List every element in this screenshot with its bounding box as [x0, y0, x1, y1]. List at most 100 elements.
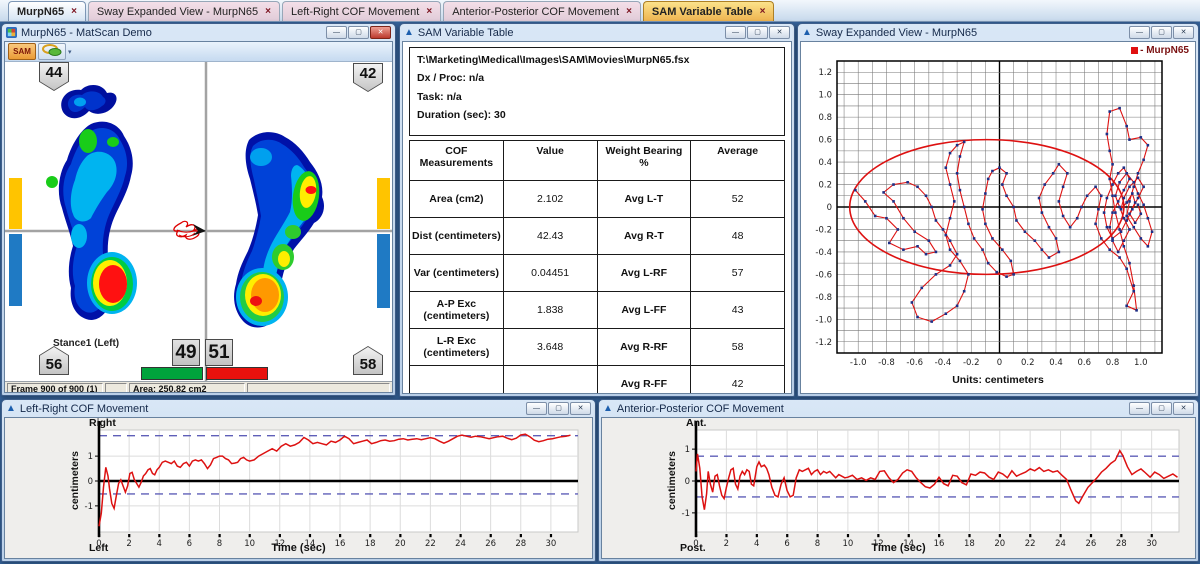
maximize-button[interactable]: ▢	[1151, 26, 1172, 39]
y-axis-label: centimeters	[666, 430, 679, 532]
table-cell: Dist (centimeters)	[410, 217, 504, 254]
table-cell: 42	[691, 365, 785, 394]
ap-chart-area: 10-1024681012141618202224262830 Ant. Pos…	[602, 418, 1195, 558]
close-button[interactable]: ✕	[1173, 26, 1194, 39]
lr-chart-area: 10-1024681012141618202224262830 Right Le…	[5, 418, 592, 558]
sway-legend: - MurpN65	[1131, 45, 1189, 56]
svg-text:1.0: 1.0	[818, 91, 832, 101]
sway-plot: -1.0-0.8-0.6-0.4-0.200.20.40.60.81.0-1.2…	[801, 42, 1196, 372]
svg-text:1: 1	[88, 452, 93, 462]
table-cell: Area (cm2)	[410, 180, 504, 217]
table-cell: Avg L-FF	[597, 291, 691, 328]
sam-logo-icon: ▲	[6, 403, 16, 414]
svg-text:-1.0: -1.0	[815, 315, 832, 325]
task: Task: n/a	[417, 88, 777, 106]
maximize-button[interactable]: ▢	[1151, 402, 1172, 415]
column-header: Value	[503, 140, 597, 180]
variable-table-titlebar[interactable]: ▲ SAM Variable Table — ▢ ✕	[400, 24, 794, 41]
table-cell: 2.102	[503, 180, 597, 217]
svg-text:0.8: 0.8	[818, 113, 832, 123]
tab-anterior-posterior-cof-movement[interactable]: Anterior-Posterior COF Movement×	[443, 1, 641, 21]
close-button[interactable]: ✕	[769, 26, 790, 39]
dx-proc: Dx / Proc: n/a	[417, 69, 777, 87]
svg-text:0.4: 0.4	[1049, 358, 1063, 368]
cof-measurements-table: COF MeasurementsValueWeight Bearing %Ave…	[409, 140, 785, 395]
tab-close-icon[interactable]: ×	[760, 6, 766, 17]
svg-text:0.2: 0.2	[1021, 358, 1035, 368]
svg-text:1.0: 1.0	[1134, 358, 1148, 368]
ap-cof-titlebar[interactable]: ▲ Anterior-Posterior COF Movement — ▢ ✕	[599, 400, 1198, 417]
units-label: Units: centimeters	[801, 374, 1195, 386]
table-row: L-R Exc (centimeters)3.648Avg R-RF58	[410, 328, 785, 365]
minimize-button[interactable]: —	[526, 402, 547, 415]
svg-text:0: 0	[997, 358, 1002, 368]
minimize-button[interactable]: —	[725, 26, 746, 39]
matscan-statusbar: Frame 900 of 900 (1) Area: 250.82 cm2	[5, 381, 392, 393]
sam-button[interactable]: SAM	[8, 43, 36, 60]
table-cell: 57	[691, 254, 785, 291]
svg-text:-0.4: -0.4	[935, 358, 952, 368]
file-path: T:\Marketing\Medical\Images\SAM\Movies\M…	[417, 51, 777, 69]
matscan-titlebar[interactable]: MurpN65 - MatScan Demo — ▢ ✕	[2, 24, 395, 41]
pressure-canvas[interactable]: 44 42 56 58 49 51 Stance1 (Left)	[5, 62, 393, 381]
area-status: Area: 250.82 cm2	[129, 383, 245, 394]
tab-close-icon[interactable]: ×	[626, 6, 632, 17]
svg-text:0.2: 0.2	[818, 181, 832, 191]
tab-sway-expanded-view-murpn65[interactable]: Sway Expanded View - MurpN65 ×	[88, 1, 280, 21]
table-cell: 48	[691, 217, 785, 254]
table-cell: Avg R-FF	[597, 365, 691, 394]
ap-chart: 10-1024681012141618202224262830	[602, 418, 1196, 559]
tab-sam-variable-table[interactable]: SAM Variable Table×	[643, 1, 775, 21]
svg-text:-1: -1	[85, 502, 93, 512]
svg-text:-0.6: -0.6	[815, 270, 832, 280]
movie-tool-button[interactable]	[38, 43, 66, 60]
marker-top-left: 44	[39, 62, 69, 91]
svg-text:-1: -1	[682, 509, 690, 519]
close-button[interactable]: ✕	[1173, 402, 1194, 415]
maximize-button[interactable]: ▢	[548, 402, 569, 415]
matscan-toolbar: SAM ▾	[5, 42, 392, 62]
lr-chart: 10-1024681012141618202224262830	[5, 418, 593, 559]
table-cell: Avg R-RF	[597, 328, 691, 365]
tab-close-icon[interactable]: ×	[71, 6, 77, 17]
tab-close-icon[interactable]: ×	[426, 6, 432, 17]
lr-cof-titlebar[interactable]: ▲ Left-Right COF Movement — ▢ ✕	[2, 400, 595, 417]
tab-close-icon[interactable]: ×	[265, 6, 271, 17]
table-row: Var (centimeters)0.04451Avg L-RF57	[410, 254, 785, 291]
close-button[interactable]: ✕	[570, 402, 591, 415]
table-cell	[503, 365, 597, 394]
movie-tool-icon	[41, 44, 63, 57]
sway-titlebar[interactable]: ▲ Sway Expanded View - MurpN65 — ▢ ✕	[798, 24, 1198, 41]
tab-label: Sway Expanded View - MurpN65	[97, 6, 258, 18]
matscan-window-title: MurpN65 - MatScan Demo	[21, 27, 152, 39]
tab-label: MurpN65	[17, 6, 64, 18]
table-row: Avg R-FF42	[410, 365, 785, 394]
svg-text:-0.8: -0.8	[815, 293, 832, 303]
sam-logo-icon: ▲	[603, 403, 613, 414]
legend-label: - MurpN65	[1140, 45, 1189, 56]
status-spacer	[105, 383, 127, 394]
close-button[interactable]: ✕	[370, 26, 391, 39]
lr-cof-title: Left-Right COF Movement	[20, 403, 148, 415]
minimize-button[interactable]: —	[326, 26, 347, 39]
variable-table-title: SAM Variable Table	[418, 27, 514, 39]
column-header: Weight Bearing %	[597, 140, 691, 180]
toolbar-overflow-icon[interactable]: ▾	[68, 48, 76, 56]
table-cell: Var (centimeters)	[410, 254, 504, 291]
maximize-button[interactable]: ▢	[348, 26, 369, 39]
sway-window: ▲ Sway Expanded View - MurpN65 — ▢ ✕ - M…	[797, 23, 1199, 397]
matscan-window: MurpN65 - MatScan Demo — ▢ ✕ SAM ▾	[1, 23, 396, 396]
tab-left-right-cof-movement[interactable]: Left-Right COF Movement×	[282, 1, 441, 21]
maximize-button[interactable]: ▢	[747, 26, 768, 39]
legend-swatch-icon	[1131, 47, 1138, 54]
svg-text:0.8: 0.8	[1106, 358, 1120, 368]
marker-bottom-right: 58	[353, 346, 383, 375]
left-weight-bar	[141, 367, 203, 380]
status-filler	[247, 383, 390, 394]
frame-status: Frame 900 of 900 (1)	[7, 383, 103, 394]
minimize-button[interactable]: —	[1129, 402, 1150, 415]
table-cell: Avg L-T	[597, 180, 691, 217]
svg-text:1: 1	[685, 445, 690, 455]
tab-murpn65[interactable]: MurpN65 ×	[8, 1, 86, 21]
minimize-button[interactable]: —	[1129, 26, 1150, 39]
